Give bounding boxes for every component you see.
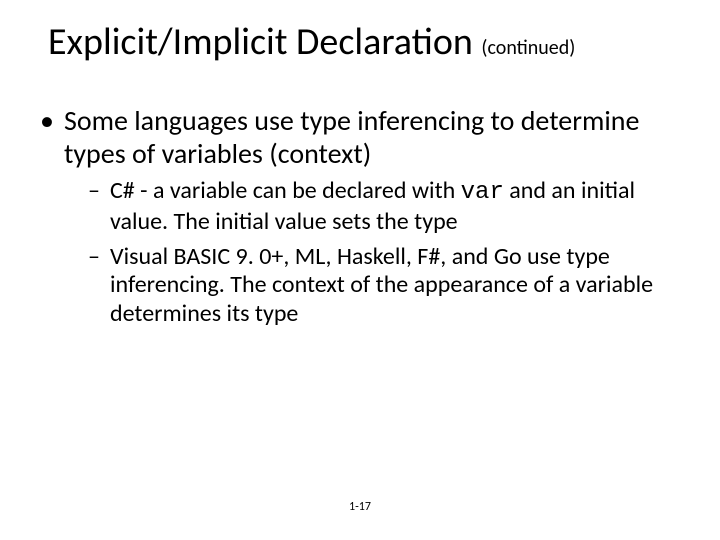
bullet-text: Some languages use type inferencing to d… bbox=[64, 103, 639, 172]
sub-bullet-item: Visual BASIC 9. 0+, ML, Haskell, F#, and… bbox=[88, 243, 672, 329]
slide: Explicit/Implicit Declaration (continued… bbox=[0, 0, 720, 540]
sub-bullet-text-a: C# - a variable can be declared with bbox=[110, 176, 461, 205]
sub-bullet-item: C# - a variable can be declared with var… bbox=[88, 177, 672, 237]
slide-number: 1-17 bbox=[0, 500, 720, 514]
title-main: Explicit/Implicit Declaration bbox=[48, 19, 481, 65]
code-keyword-var: var bbox=[461, 179, 504, 206]
title-suffix: (continued) bbox=[481, 36, 575, 60]
sub-bullet-text: Visual BASIC 9. 0+, ML, Haskell, F#, and… bbox=[110, 242, 653, 329]
slide-title: Explicit/Implicit Declaration (continued… bbox=[48, 22, 672, 64]
bullet-item: Some languages use type inferencing to d… bbox=[36, 104, 672, 329]
bullet-list: Some languages use type inferencing to d… bbox=[36, 104, 672, 329]
sub-bullet-list: C# - a variable can be declared with var… bbox=[88, 177, 672, 329]
